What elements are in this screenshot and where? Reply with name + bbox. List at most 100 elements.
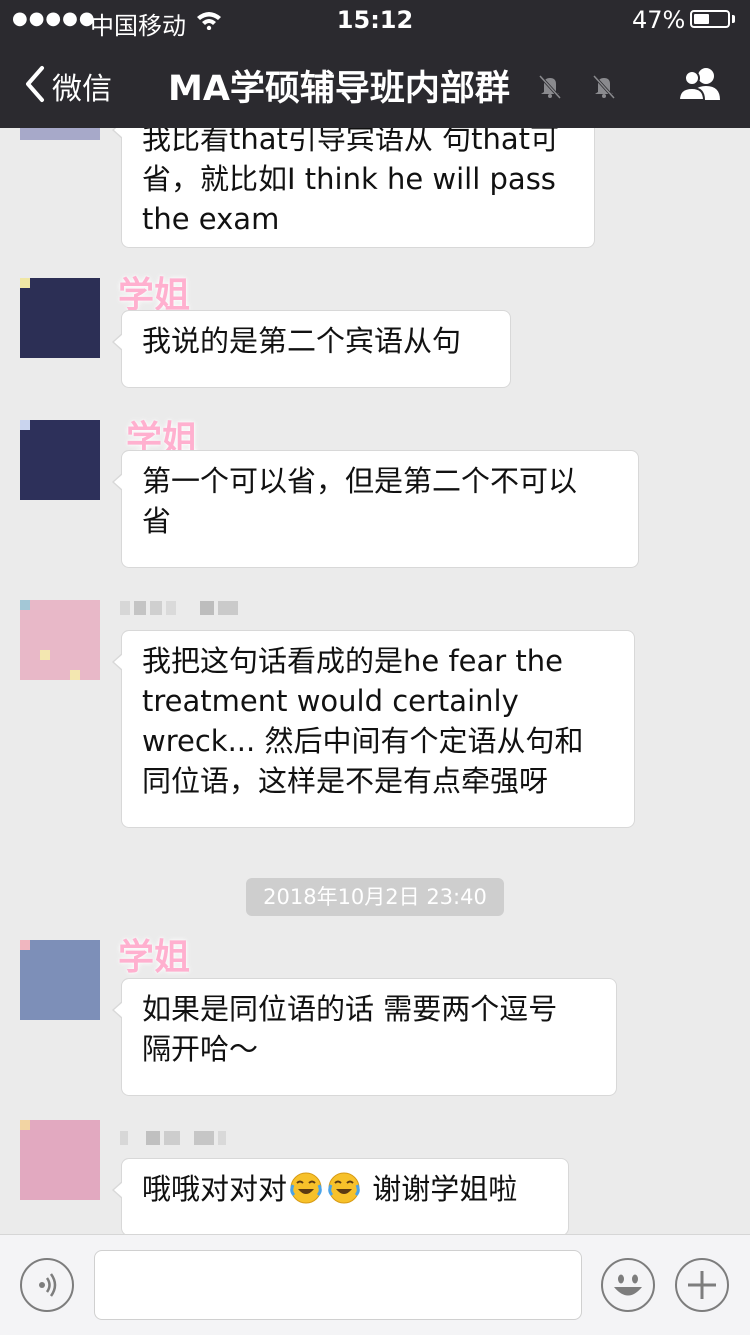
more-options-button[interactable] [675,1258,729,1312]
avatar-pixel [30,1120,40,1130]
avatar-pixel [70,1000,80,1010]
avatar-pixel [60,670,70,680]
message-bubble[interactable]: 如果是同位语的话 需要两个逗号 隔开哈～ [112,978,617,1096]
avatar-pixel [30,670,40,680]
message-bubble[interactable]: 哦哦对对对 谢谢学姐啦 [112,1158,569,1234]
avatar-pixel [30,440,40,450]
voice-input-button[interactable] [20,1258,74,1312]
avatar-pixel [20,990,30,1000]
avatar-pixel [90,670,100,680]
avatar-pixel [20,1170,30,1180]
group-members-icon[interactable] [676,66,724,102]
avatar-pixel [40,650,50,660]
avatar-pixel [40,430,50,440]
avatar-pixel [80,980,90,990]
avatar-pixel [70,328,80,338]
avatar-pixel [60,348,70,358]
avatar-pixel [50,308,60,318]
avatar-pixel [60,650,70,660]
message-line: the exam [142,202,280,236]
avatar-pixel [50,670,60,680]
message-bubble[interactable]: 我比看that引导宾语从 句that可 省，就比如I think he will… [112,128,595,248]
avatar[interactable] [20,940,100,1020]
avatar-pixel [60,308,70,318]
avatar-pixel [90,1160,100,1170]
message-line: 同位语，这样是不是有点牵强呀 [142,764,549,798]
avatar-pixel [60,1150,70,1160]
avatar-pixel [30,980,40,990]
avatar-pixel [60,630,70,640]
avatar-pixel [40,940,50,950]
emoji-button[interactable] [601,1258,655,1312]
avatar-pixel [20,490,30,500]
chat-header: 微信 MA学硕辅导班内部群 [0,40,750,128]
avatar-pixel [30,130,40,140]
avatar-pixel [80,970,90,980]
avatar[interactable] [20,420,100,500]
avatar-pixel [70,980,80,990]
avatar-pixel [30,288,40,298]
avatar-pixel [20,640,30,650]
avatar-pixel [40,670,50,680]
avatar-pixel [60,980,70,990]
avatar-pixel [70,990,80,1000]
avatar-pixel [30,328,40,338]
avatar-pixel [30,1010,40,1020]
avatar-pixel [40,490,50,500]
avatar-pixel [40,1130,50,1140]
avatar-pixel [70,630,80,640]
avatar-pixel [50,620,60,630]
avatar-pixel [20,630,30,640]
chat-title: MA学硕辅导班内部群 [168,69,510,109]
avatar-pixel [50,1160,60,1170]
avatar-pixel [40,348,50,358]
avatar-pixel [80,318,90,328]
avatar-pixel [30,480,40,490]
avatar-pixel [90,630,100,640]
avatar-pixel [20,480,30,490]
avatar-pixel [70,130,80,140]
message-bubble[interactable]: 第一个可以省，但是第二个不可以 省 [112,450,639,568]
avatar-pixel [60,440,70,450]
avatar[interactable] [20,600,100,680]
avatar-pixel [30,640,40,650]
avatar-pixel [40,288,50,298]
avatar-pixel [90,950,100,960]
avatar-pixel [50,430,60,440]
avatar-pixel [30,1190,40,1200]
avatar-pixel [40,470,50,480]
back-button[interactable]: 微信 [52,64,112,108]
avatar-pixel [90,1010,100,1020]
avatar-pixel [90,490,100,500]
avatar-pixel [70,1140,80,1150]
avatar-pixel [80,1130,90,1140]
avatar-pixel [60,1170,70,1180]
message-input[interactable] [94,1250,582,1320]
avatar-pixel [70,670,80,680]
message-list[interactable]: 我比看that引导宾语从 句that可 省，就比如I think he will… [0,128,750,1234]
avatar[interactable] [20,1120,100,1200]
avatar-pixel [70,620,80,630]
avatar-pixel [60,610,70,620]
message-bubble[interactable]: 我把这句话看成的是he fear the treatment would cer… [112,630,635,828]
voice-icon [39,1273,57,1297]
message-line: 第一个可以省，但是第二个不可以 [142,464,578,498]
avatar-pixel [70,278,80,288]
message-line: 我比看that引导宾语从 句that可 [142,128,560,156]
message-bubble[interactable]: 我说的是第二个宾语从句 [112,310,511,388]
avatar-pixel [70,450,80,460]
avatar-pixel [30,1130,40,1140]
avatar[interactable] [20,278,100,358]
avatar-pixel [60,990,70,1000]
avatar-pixel [50,288,60,298]
avatar-pixel [70,1170,80,1180]
avatar-pixel [20,450,30,460]
mute-bell-icon [538,74,562,100]
avatar-pixel [60,1000,70,1010]
sender-name-redacted [120,1130,230,1148]
avatar-pixel [30,970,40,980]
avatar-pixel [50,650,60,660]
avatar[interactable] [20,128,100,140]
avatar-pixel [90,348,100,358]
avatar-pixel [40,1190,50,1200]
